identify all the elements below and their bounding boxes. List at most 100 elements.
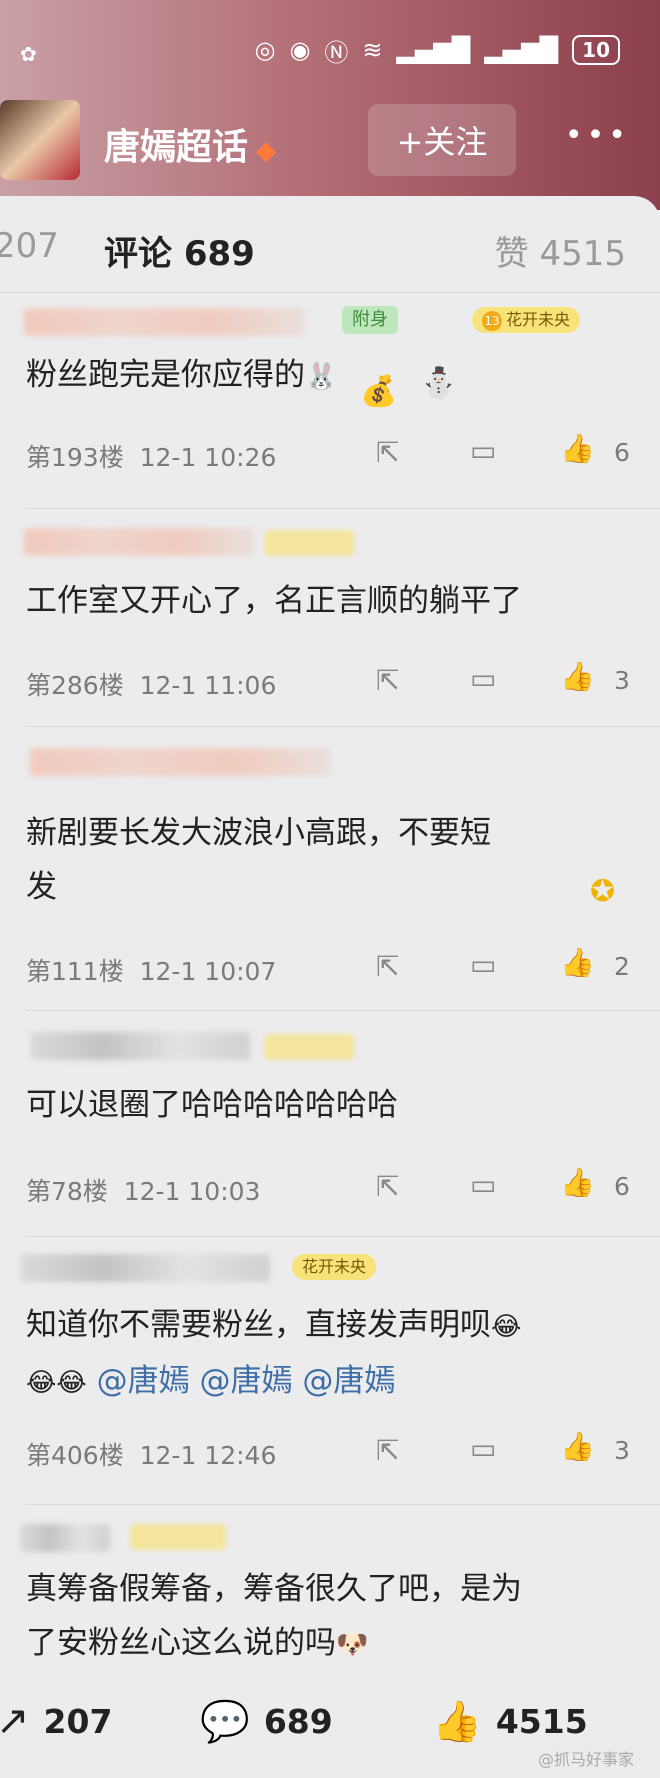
laugh-cry-emoji-icon: 😂 [26,1368,57,1398]
sticker-character-icon: ⛄ [420,366,458,401]
tab-bar: 207 评论 689 赞 4515 [0,226,660,286]
comment-text-line: 真筹备假筹备，筹备很久了吧，是为 [26,1571,522,1607]
comment-time: 12-1 10:26 [139,443,277,472]
comment-text-content: 粉丝跑完是你应得的 [26,357,305,393]
thumbs-up-icon: 👍 [432,1699,482,1745]
comment-text-line: 知道你不需要粉丝，直接发声明呗 [26,1307,491,1343]
level-badge-label: 花开未央 [506,310,571,329]
comment-time: 12-1 10:03 [123,1177,261,1206]
mention-link[interactable]: @唐嫣 [200,1363,293,1399]
doge-emoji-icon: 🐶 [336,1630,369,1660]
comment-text: 可以退圈了哈哈哈哈哈哈哈 [26,1087,398,1123]
comment-text-line: 发 [26,869,57,905]
repost-button[interactable]: ↗ 207 [0,1698,112,1744]
comment-text: 工作室又开心了，名正言顺的躺平了 [26,583,522,619]
comment-time: 12-1 12:46 [139,1441,277,1470]
more-icon[interactable]: ••• [565,118,630,153]
share-icon[interactable]: ⇱ [376,950,399,983]
blurred-badge [130,1524,226,1550]
comment-time: 12-1 10:07 [139,957,277,986]
comment-item: 工作室又开心了，名正言顺的躺平了 第286楼 12-1 11:06 ⇱ ▭ 👍 … [0,508,660,718]
comment-item: 附身 13 花开未央 粉丝跑完是你应得的🐰 💰 ⛄ 第193楼 12-1 10:2… [0,292,660,506]
signal-icon: ▂▄▆█ [396,36,471,64]
blurred-username [24,308,304,336]
floor-number: 第111楼 [26,957,124,986]
laugh-cry-emoji-icon: 😂 [491,1312,522,1342]
repost-icon: ↗ [0,1698,30,1744]
wifi-icon: ≋ [362,36,383,64]
bunny-emoji-icon: 🐰 [305,362,338,392]
topic-avatar[interactable] [0,100,80,180]
like-button[interactable]: 👍 4515 [432,1698,588,1745]
comment-text: 新剧要长发大波浪小高跟，不要短 发 [26,806,586,914]
level-badge-label: 花开未央 [302,1257,367,1276]
comment-icon: 💬 [200,1699,250,1745]
comment-button[interactable]: 💬 689 [200,1698,333,1745]
level-number: 13 [482,311,502,331]
nfc-icon: ◎ [254,36,276,64]
comment-time: 12-1 11:06 [139,671,277,700]
reply-icon[interactable]: ▭ [470,1432,496,1465]
reply-icon[interactable]: ▭ [470,434,496,467]
like-count: 6 [614,438,630,467]
fan-badge: 附身 [342,306,398,334]
comment-meta: 第193楼 12-1 10:26 [26,438,276,474]
floor-number: 第286楼 [26,671,124,700]
comment-count: 689 [263,1702,333,1741]
battery-indicator: 10 [572,35,620,65]
blurred-username [20,1254,270,1282]
topic-header: ✿ ◎ ◉ Ⓝ ≋ ▂▄▆█ ▂▄▆█ 10 唐嫣超话 ◆ +关注 ••• [0,0,660,210]
share-icon[interactable]: ⇱ [376,436,399,469]
comment-meta: 第406楼 12-1 12:46 [26,1436,276,1472]
bottom-action-bar: ↗ 207 💬 689 👍 4515 @抓马好事家 [0,1676,660,1778]
mention-link[interactable]: @唐嫣 [302,1363,395,1399]
like-icon[interactable]: 👍 [560,660,595,693]
mention-link[interactable]: @唐嫣 [97,1363,190,1399]
like-count: 3 [614,666,630,695]
comment-item: 可以退圈了哈哈哈哈哈哈哈 第78楼 12-1 10:03 ⇱ ▭ 👍 6 [0,1010,660,1220]
like-total: 4515 [495,1702,588,1741]
comment-item: 新剧要长发大波浪小高跟，不要短 发 ✪ 第111楼 12-1 10:07 ⇱ ▭… [0,726,660,1006]
like-icon[interactable]: 👍 [560,1166,595,1199]
blurred-badge [264,530,354,556]
share-icon[interactable]: ⇱ [376,1170,399,1203]
share-icon[interactable]: ⇱ [376,1434,399,1467]
sticker-coins-icon: 💰 [360,374,398,409]
repost-count: 207 [43,1701,113,1741]
tab-comments[interactable]: 评论 689 [104,226,255,275]
follow-button[interactable]: +关注 [368,104,516,176]
topic-title-text: 唐嫣超话 [104,127,249,168]
blurred-username [30,748,330,776]
floor-number: 第78楼 [26,1177,108,1206]
topic-title[interactable]: 唐嫣超话 ◆ [104,118,276,170]
n-icon: Ⓝ [324,38,349,67]
like-icon[interactable]: 👍 [560,946,595,979]
tab-likes[interactable]: 赞 4515 [495,226,626,275]
share-icon[interactable]: ⇱ [376,664,399,697]
blurred-badge [264,1034,354,1060]
notification-dot-icon: ✿ [20,42,37,66]
comment-item: 花开未央 知道你不需要粉丝，直接发声明呗😂 😂😂 @唐嫣 @唐嫣 @唐嫣 第40… [0,1236,660,1496]
tab-repost[interactable]: 207 [0,226,59,266]
diamond-icon: ◆ [256,136,277,166]
status-bar: ◎ ◉ Ⓝ ≋ ▂▄▆█ ▂▄▆█ 10 [254,30,620,70]
level-badge: 花开未央 [292,1254,377,1280]
floor-number: 第193楼 [26,443,124,472]
reply-icon[interactable]: ▭ [470,662,496,695]
comment-text: 粉丝跑完是你应得的🐰 [26,348,586,404]
comment-text: 真筹备假筹备，筹备很久了吧，是为 了安粉丝心这么说的吗🐶 [26,1562,636,1672]
like-count: 2 [614,952,630,981]
comment-panel: 207 评论 689 赞 4515 附身 13 花开未央 粉丝跑完是你应得的🐰 💰… [0,196,660,1778]
watermark: @抓马好事家 [537,1750,634,1769]
reply-icon[interactable]: ▭ [470,948,496,981]
level-badge: 13 花开未央 [472,307,581,333]
signal-icon: ▂▄▆█ [484,36,559,64]
comment-text-line: 了安粉丝心这么说的吗 [26,1625,336,1661]
comment-meta: 第78楼 12-1 10:03 [26,1172,260,1208]
like-icon[interactable]: 👍 [560,432,595,465]
laugh-cry-emoji-icon: 😂 [56,1368,87,1398]
reply-icon[interactable]: ▭ [470,1168,496,1201]
fan-badge-label: 附身 [352,309,388,330]
like-icon[interactable]: 👍 [560,1430,595,1463]
star-badge-icon: ✪ [590,874,616,909]
